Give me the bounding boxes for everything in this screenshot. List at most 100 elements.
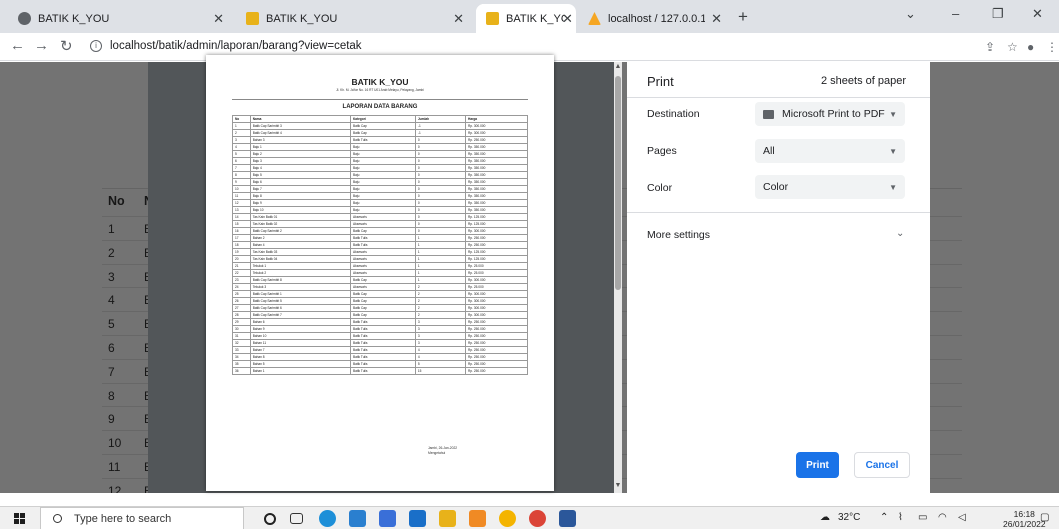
table-cell: 4 bbox=[232, 143, 251, 151]
table-cell: Baju bbox=[350, 164, 416, 172]
close-window-icon[interactable]: ✕ bbox=[1032, 6, 1043, 22]
table-cell: Batik Cap Sarimbit 4 bbox=[249, 129, 352, 137]
table-cell: Batik Tulis bbox=[350, 318, 416, 326]
browser-tab[interactable]: BATIK K_YOU ✕ bbox=[8, 4, 234, 33]
table-cell: 5 bbox=[232, 150, 251, 158]
app-icon bbox=[486, 12, 499, 25]
table-row: 21 Tekuluk 1 Aksesoris 1 Rp. 25.000 bbox=[232, 262, 528, 270]
weather-temp[interactable]: 32°C bbox=[838, 512, 860, 523]
table-cell: 20 bbox=[232, 255, 251, 263]
file-explorer-icon[interactable] bbox=[349, 510, 366, 527]
table-cell: Batik Cap bbox=[350, 122, 416, 130]
table-cell: Rp. 300.000 bbox=[465, 122, 528, 130]
chrome-icon[interactable] bbox=[529, 510, 546, 527]
table-cell: Rp. 250.000 bbox=[465, 360, 528, 368]
table-cell: Rp. 25.000 bbox=[465, 269, 528, 277]
scroll-thumb[interactable] bbox=[615, 76, 621, 290]
table-cell: Aksesoris bbox=[350, 262, 416, 270]
table-cell: Batik Tulis bbox=[350, 367, 416, 375]
reload-icon[interactable]: ↻ bbox=[60, 37, 73, 55]
color-label: Color bbox=[647, 182, 673, 194]
restore-icon[interactable]: ❐ bbox=[992, 6, 1004, 22]
table-cell: Aksesoris bbox=[350, 283, 416, 291]
close-tab-icon[interactable]: ✕ bbox=[453, 11, 464, 27]
profile-icon[interactable]: ● bbox=[1027, 40, 1034, 54]
info-icon[interactable]: i bbox=[90, 40, 102, 52]
chevron-up-icon[interactable]: ⌃ bbox=[880, 512, 888, 523]
chrome-canary-icon[interactable] bbox=[499, 510, 516, 527]
wifi-icon[interactable]: ◠ bbox=[938, 512, 947, 523]
table-cell: Rp. 250.000 bbox=[465, 318, 528, 326]
table-cell: 0 bbox=[414, 164, 467, 172]
color-select[interactable]: Color ▼ bbox=[755, 175, 905, 199]
table-cell: 31 bbox=[232, 332, 251, 340]
tab-search-icon[interactable]: ⌄ bbox=[905, 6, 916, 22]
table-cell: 2 bbox=[414, 311, 467, 319]
browser-tab[interactable]: BATIK K_YOU ✕ bbox=[236, 4, 474, 33]
scroll-up-icon[interactable]: ▲ bbox=[614, 63, 622, 70]
pages-select[interactable]: All ▼ bbox=[755, 139, 905, 163]
browser-tab[interactable]: localhost / 127.0.0.1 / batik / ong ✕ bbox=[578, 4, 732, 33]
forward-icon[interactable]: → bbox=[34, 37, 49, 54]
close-tab-icon[interactable]: ✕ bbox=[562, 11, 573, 27]
volume-icon[interactable]: ◁ bbox=[958, 512, 966, 523]
new-tab-button[interactable]: + bbox=[738, 7, 748, 27]
chevron-down-icon: ▼ bbox=[889, 182, 897, 192]
back-icon[interactable]: ← bbox=[10, 37, 25, 54]
table-row: 24 Tekuluk 3 Aksesoris 2 Rp. 25.000 bbox=[232, 283, 528, 291]
table-cell: 2 bbox=[414, 297, 467, 305]
table-cell: 4 bbox=[414, 346, 467, 354]
word-icon[interactable] bbox=[559, 510, 576, 527]
mail-icon[interactable] bbox=[409, 510, 426, 527]
close-tab-area[interactable]: ✕ bbox=[556, 4, 574, 33]
preview-scrollbar[interactable]: ▲ ▼ bbox=[614, 62, 622, 493]
taskbar-search[interactable]: Type here to search bbox=[40, 507, 244, 529]
table-cell: Bahan 8 bbox=[249, 353, 352, 361]
table-cell: 36 bbox=[232, 367, 251, 375]
more-settings[interactable]: More settings bbox=[647, 229, 710, 241]
table-cell: 1 bbox=[414, 262, 467, 270]
tab-title: BATIK K_YOU bbox=[38, 12, 110, 25]
table-row: 9 Baju 6 Baju 0 Rp. 350.000 bbox=[232, 178, 528, 186]
minimize-icon[interactable]: – bbox=[952, 6, 959, 21]
table-cell: Bahan 5 bbox=[249, 360, 352, 368]
notification-icon[interactable]: ▢ bbox=[1040, 512, 1049, 523]
table-cell: Bahan 2 bbox=[249, 234, 352, 242]
store-icon[interactable] bbox=[379, 510, 396, 527]
print-button[interactable]: Print bbox=[796, 452, 839, 478]
table-cell: Batik Tulis bbox=[350, 339, 416, 347]
destination-label: Destination bbox=[647, 108, 700, 120]
cortana-icon[interactable] bbox=[264, 513, 276, 525]
network-icon[interactable]: ⌇ bbox=[898, 512, 903, 523]
destination-select[interactable]: Microsoft Print to PDF ▼ bbox=[755, 102, 905, 126]
cancel-button[interactable]: Cancel bbox=[854, 452, 910, 478]
weather-icon[interactable]: ☁ bbox=[820, 512, 830, 523]
table-cell: Aksesoris bbox=[350, 269, 416, 277]
preview-page: BATIK K_YOU Jl. Kh. M. Ja'far No. 16 RT … bbox=[206, 55, 554, 491]
table-row: 16 Batik Cap Sarimbit 2 Batik Cap 0 Rp. 300.… bbox=[232, 227, 528, 235]
edge-icon[interactable] bbox=[319, 510, 336, 527]
close-tab-icon[interactable]: ✕ bbox=[711, 11, 722, 27]
task-view-icon[interactable] bbox=[290, 513, 303, 524]
table-cell: 0 bbox=[414, 220, 467, 228]
star-icon[interactable]: ☆ bbox=[1007, 40, 1018, 54]
tab-title: BATIK K_YOU bbox=[266, 12, 338, 25]
pages-value: All bbox=[763, 145, 775, 157]
close-tab-icon[interactable]: ✕ bbox=[213, 11, 224, 27]
table-cell: Rp. 250.000 bbox=[465, 367, 528, 375]
battery-icon[interactable]: ▭ bbox=[918, 512, 927, 523]
share-icon[interactable]: ⇪ bbox=[985, 40, 995, 54]
url-field[interactable]: i localhost/batik/admin/laporan/barang?v… bbox=[90, 35, 970, 57]
menu-icon[interactable]: ⋮ bbox=[1046, 40, 1058, 54]
table-row: 19 Tas Kain Batik 03 Aksesoris 1 Rp. 125.000 bbox=[232, 248, 528, 256]
table-cell: Tekuluk 2 bbox=[249, 269, 352, 277]
windows-start-icon[interactable] bbox=[14, 513, 25, 524]
table-cell: Rp. 350.000 bbox=[465, 157, 528, 165]
app-icon[interactable] bbox=[439, 510, 456, 527]
printer-icon bbox=[763, 109, 774, 119]
chevron-down-icon[interactable]: ⌄ bbox=[896, 228, 904, 239]
scroll-down-icon[interactable]: ▼ bbox=[614, 482, 622, 489]
table-cell: Tas Kain Batik 03 bbox=[249, 248, 352, 256]
table-cell: 23 bbox=[232, 276, 251, 284]
sublime-icon[interactable] bbox=[469, 510, 486, 527]
